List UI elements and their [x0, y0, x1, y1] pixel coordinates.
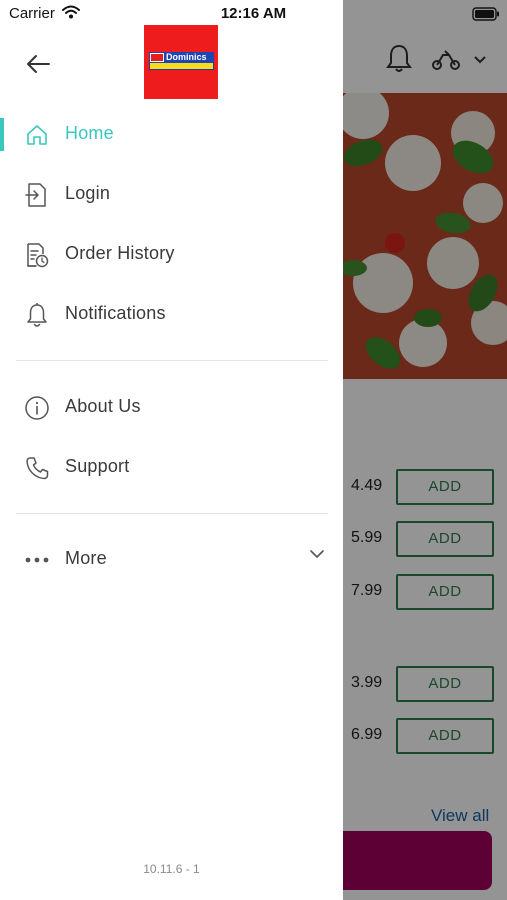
info-icon	[23, 394, 51, 422]
menu-item-label: Support	[65, 456, 130, 476]
menu-item-label: About Us	[65, 396, 141, 416]
arrow-left-icon	[27, 55, 50, 73]
status-time: 12:16 AM	[220, 5, 287, 22]
menu-item-label: Home	[65, 123, 114, 143]
menu-item-login[interactable]: Login	[0, 169, 343, 219]
back-button[interactable]	[22, 48, 54, 80]
menu-item-home[interactable]: Home	[0, 109, 343, 159]
brand-logo: Dominics	[144, 25, 218, 99]
logo-mark	[150, 53, 164, 62]
menu-item-about-us[interactable]: About Us	[0, 382, 343, 432]
menu-item-more[interactable]: More	[0, 534, 343, 584]
divider	[16, 360, 328, 361]
chevron-down-icon[interactable]	[309, 549, 325, 559]
status-bar: Carrier 12:16 AM	[0, 0, 507, 28]
bell-icon	[23, 301, 51, 329]
menu-item-label: Notifications	[65, 303, 166, 323]
menu-item-support[interactable]: Support	[0, 442, 343, 492]
menu-item-label: Login	[65, 183, 111, 203]
menu-item-label: Order History	[65, 243, 175, 263]
app-version: 10.11.6 - 1	[143, 862, 200, 876]
menu-item-order-history[interactable]: Order History	[0, 229, 343, 279]
home-icon	[23, 121, 51, 149]
order-history-icon	[23, 241, 51, 269]
menu-item-label: More	[65, 548, 107, 568]
navigation-drawer: Dominics Home Login Order History Notifi…	[0, 0, 343, 900]
divider	[16, 513, 328, 514]
battery-icon	[472, 7, 499, 21]
phone-icon	[23, 454, 51, 482]
login-icon	[23, 181, 51, 209]
logo-text: Dominics	[166, 52, 207, 62]
more-dots-icon	[23, 546, 51, 574]
menu-item-notifications[interactable]: Notifications	[0, 289, 343, 339]
